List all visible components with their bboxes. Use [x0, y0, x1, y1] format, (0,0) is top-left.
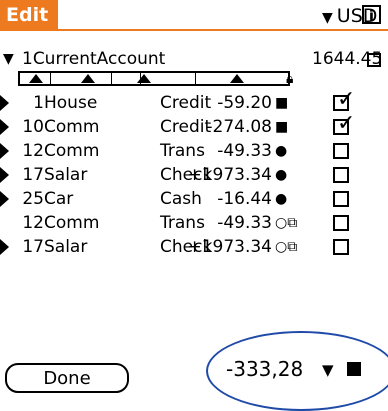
account-name[interactable]: 1CurrentAccount [22, 48, 165, 70]
table-row[interactable]: 25 Car Cash -16.44 ● [0, 187, 388, 211]
row-amount: +1973.34 [187, 237, 272, 257]
row-amount: -274.08 [206, 117, 272, 137]
row-date: 12 [22, 141, 44, 161]
table-row[interactable]: 10 Comm Credit -274.08 ■ ✓ [0, 111, 388, 139]
chevron-down-icon: ▼ [322, 10, 333, 26]
row-date: 1 [33, 93, 44, 113]
title-underline [0, 29, 388, 31]
row-status-icon: ○⧉ [275, 215, 298, 231]
row-description: Comm [44, 117, 100, 137]
row-arrow-icon[interactable] [0, 191, 9, 207]
timeline-marker-icon[interactable] [230, 74, 244, 83]
balance-total: -333,28 [226, 357, 304, 381]
table-row[interactable]: 12 Comm Trans -49.33 ○⧉ [0, 211, 388, 235]
table-row[interactable]: 17 Salar Check +1973.34 ● [0, 163, 388, 187]
row-description: Comm [44, 141, 100, 161]
balance-type-icon[interactable] [347, 362, 361, 376]
row-status-icon: ● [275, 143, 288, 159]
row-amount: -49.33 [217, 141, 272, 161]
checkmark-icon: ✓ [337, 87, 356, 112]
done-button[interactable]: Done [5, 363, 129, 393]
row-arrow-icon[interactable] [0, 95, 9, 111]
row-arrow-icon[interactable] [0, 167, 9, 183]
row-cleared-checkbox[interactable] [333, 143, 349, 159]
row-cleared-checkbox[interactable] [333, 191, 349, 207]
timeline-scrollbar[interactable] [18, 71, 290, 86]
row-arrow-icon[interactable] [0, 119, 9, 135]
row-status-icon: ■ [275, 119, 289, 135]
row-cleared-checkbox[interactable] [333, 215, 349, 231]
row-amount: -16.44 [217, 189, 272, 209]
row-category: Trans [160, 141, 205, 161]
row-description: House [44, 93, 98, 113]
table-row[interactable]: 17 Salar Check +1973.34 ○⧉ [0, 235, 388, 259]
timeline-marker-icon[interactable] [29, 74, 43, 83]
table-row[interactable]: 12 Comm Trans -49.33 ● [0, 139, 388, 163]
row-amount: -59.20 [217, 93, 272, 113]
row-description: Comm [44, 213, 100, 233]
app-title[interactable]: Edit [0, 0, 59, 30]
row-date: 25 [22, 189, 44, 209]
row-status-icon: ● [275, 167, 288, 183]
account-chevron-down-icon[interactable]: ▼ [3, 48, 14, 70]
row-date: 17 [22, 165, 44, 185]
info-icon[interactable]: i [362, 5, 381, 25]
table-row[interactable]: 1 House Credit -59.20 ■ ✓ [0, 87, 388, 115]
row-arrow-icon[interactable] [0, 239, 9, 255]
row-category: Credit [160, 93, 212, 113]
row-description: Salar [44, 237, 88, 257]
row-cleared-checkbox[interactable] [333, 167, 349, 183]
row-arrow-icon[interactable] [0, 143, 9, 159]
checkmark-icon: ✓ [337, 111, 356, 136]
account-checkbox[interactable] [367, 53, 381, 67]
row-status-icon: ● [275, 191, 288, 207]
row-description: Car [44, 189, 74, 209]
timeline-marker-icon[interactable] [81, 74, 95, 83]
row-category: Trans [160, 213, 205, 233]
row-date: 12 [22, 213, 44, 233]
row-amount: -49.33 [217, 213, 272, 233]
row-date: 17 [22, 237, 44, 257]
row-status-icon: ■ [275, 95, 289, 111]
title-bar: Edit ▼ USD i [0, 0, 388, 32]
row-date: 10 [22, 117, 44, 137]
row-status-icon: ○⧉ [275, 239, 298, 255]
chevron-down-icon[interactable]: ▼ [322, 361, 334, 379]
row-category: Credit [160, 117, 212, 137]
row-amount: +1973.34 [187, 165, 272, 185]
row-description: Salar [44, 165, 88, 185]
timeline-marker-icon[interactable] [137, 74, 151, 83]
row-cleared-checkbox[interactable] [333, 239, 349, 255]
lock-icon: 🔒︎ [286, 71, 294, 87]
row-category: Cash [160, 189, 202, 209]
